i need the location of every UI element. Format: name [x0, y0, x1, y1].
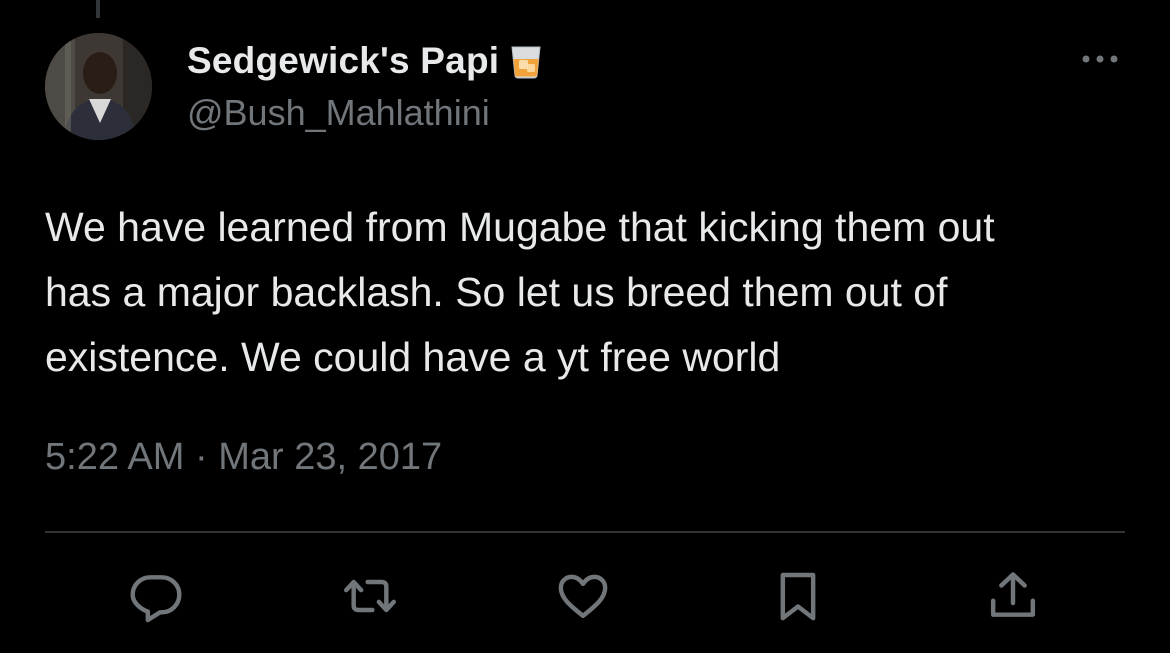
divider [45, 531, 1125, 533]
tweet-text-line: We have learned from Mugabe that kicking… [45, 204, 995, 250]
bookmark-icon [780, 572, 816, 621]
display-name-row: Sedgewick's Papi [187, 38, 545, 84]
tweet-text-line: has a major backlash. So let us breed th… [45, 269, 948, 315]
avatar-photo [45, 33, 152, 140]
reply-icon [130, 575, 182, 623]
thread-connector-line [96, 0, 100, 18]
tweet-text-line: existence. We could have a yt free world [45, 334, 781, 380]
share-icon [990, 572, 1036, 617]
retweet-button[interactable] [340, 566, 400, 626]
bookmark-button[interactable] [768, 566, 828, 626]
heart-icon [558, 574, 608, 619]
like-button[interactable] [553, 566, 613, 626]
display-name[interactable]: Sedgewick's Papi [187, 40, 499, 82]
tweet-timestamp[interactable]: 5:22 AM · Mar 23, 2017 [45, 436, 442, 479]
share-button[interactable] [983, 566, 1043, 626]
more-horizontal-icon[interactable] [1076, 46, 1124, 72]
tweet-text: We have learned from Mugabe that kicking… [45, 195, 1135, 390]
retweet-icon [343, 579, 397, 613]
avatar[interactable] [45, 33, 152, 140]
user-handle[interactable]: @Bush_Mahlathini [187, 92, 490, 134]
tumbler-glass-icon [507, 42, 545, 80]
reply-button[interactable] [126, 566, 186, 626]
